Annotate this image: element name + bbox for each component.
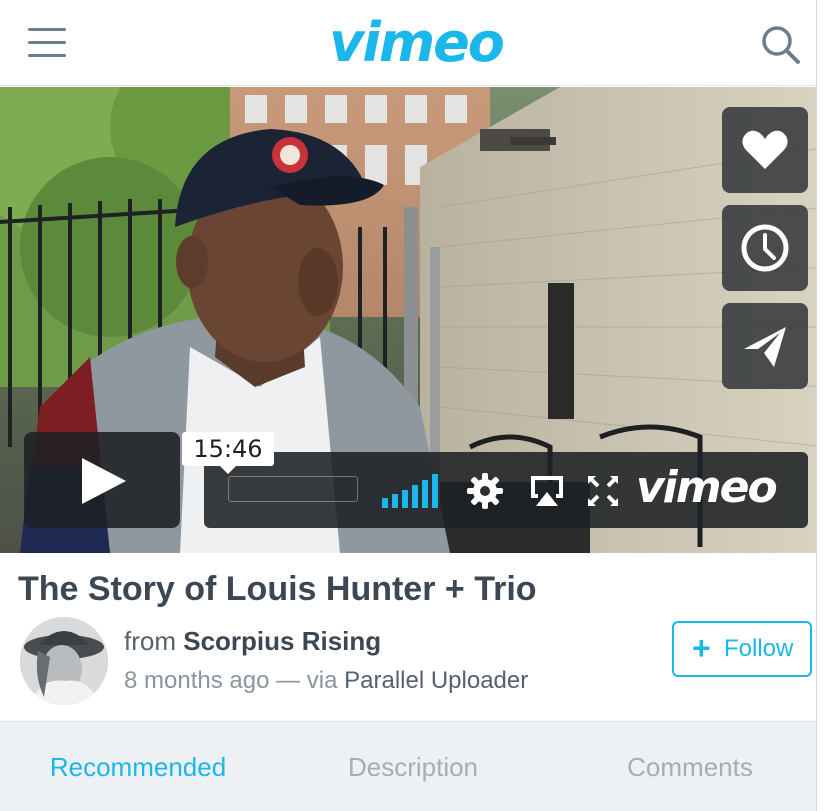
heart-icon xyxy=(742,130,788,169)
search-icon[interactable] xyxy=(760,24,802,66)
top-bar: vimeo xyxy=(0,0,816,86)
menu-line xyxy=(28,28,66,31)
meta-line: 8 months ago — via Parallel Uploader xyxy=(124,667,528,695)
player-controls: vimeo 15:46 xyxy=(24,432,808,528)
control-bar: vimeo xyxy=(204,452,808,528)
logo-text: vimeo xyxy=(329,11,505,74)
menu-line xyxy=(28,54,66,57)
clock-icon xyxy=(741,224,789,272)
from-label: from xyxy=(124,626,176,656)
scrollbar[interactable] xyxy=(816,0,828,811)
tab-description[interactable]: Description xyxy=(303,722,523,811)
author-line: from Scorpius Rising xyxy=(124,626,381,657)
vimeo-logo[interactable]: vimeo xyxy=(326,8,506,78)
upload-time: 8 months ago xyxy=(124,667,270,694)
progress-bar[interactable] xyxy=(228,476,358,502)
watch-later-button[interactable] xyxy=(722,205,808,291)
separator: — via xyxy=(269,667,345,694)
upload-app: Parallel Uploader xyxy=(344,667,529,694)
follow-label: Follow xyxy=(724,635,794,662)
video-player[interactable]: vimeo 15:46 xyxy=(0,87,828,553)
fullscreen-icon[interactable] xyxy=(586,472,620,515)
avatar[interactable] xyxy=(20,617,108,705)
duration-tooltip: 15:46 xyxy=(182,432,274,474)
airplay-icon[interactable] xyxy=(528,472,566,515)
share-button[interactable] xyxy=(722,303,808,389)
hamburger-menu-icon[interactable] xyxy=(28,27,66,59)
volume-bars-icon[interactable] xyxy=(382,472,440,508)
like-button[interactable] xyxy=(722,107,808,193)
player-vimeo-logo[interactable]: vimeo xyxy=(636,458,778,518)
plus-icon: + xyxy=(692,630,711,666)
tab-comments[interactable]: Comments xyxy=(580,722,800,811)
paper-plane-icon xyxy=(744,327,786,367)
tab-recommended[interactable]: Recommended xyxy=(28,722,248,811)
follow-button[interactable]: + Follow xyxy=(672,621,812,677)
video-title: The Story of Louis Hunter + Trio xyxy=(18,570,537,608)
play-button[interactable] xyxy=(24,432,180,528)
author-link[interactable]: Scorpius Rising xyxy=(183,626,381,656)
settings-gear-icon[interactable] xyxy=(466,472,504,515)
menu-line xyxy=(28,41,66,44)
tab-bar: Recommended Description Comments xyxy=(0,721,816,811)
play-icon xyxy=(82,458,126,504)
